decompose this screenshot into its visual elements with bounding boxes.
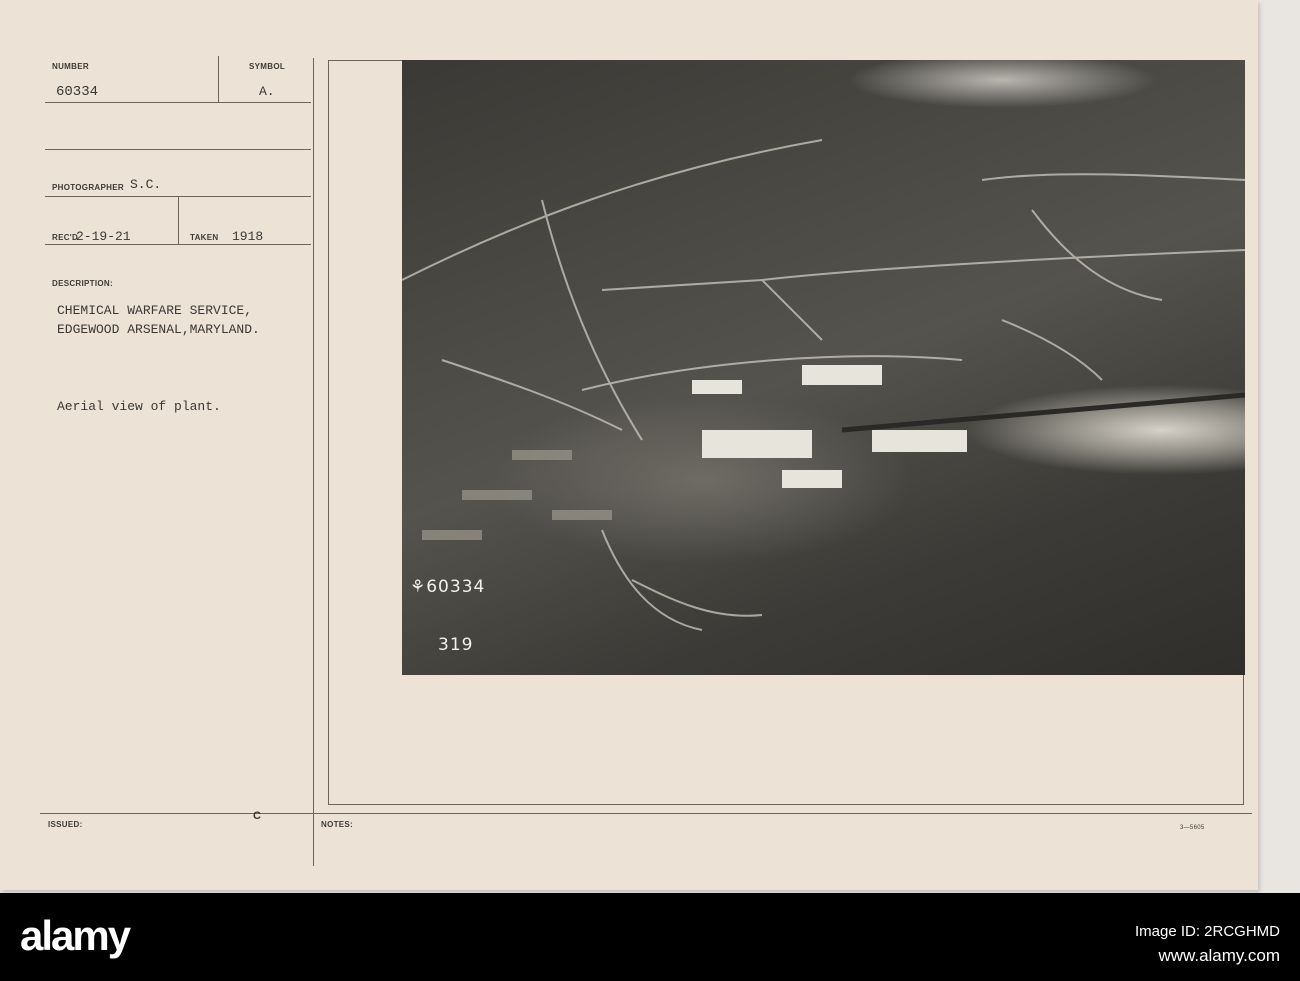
issued-mark: C bbox=[253, 810, 262, 822]
number-value: 60334 bbox=[56, 84, 99, 100]
taken-value: 1918 bbox=[232, 229, 264, 244]
divider bbox=[40, 813, 1252, 814]
aerial-photograph: ⚘60334 319 bbox=[402, 60, 1245, 675]
terrain-roads bbox=[402, 139, 1245, 631]
photo-frame bbox=[328, 804, 1244, 805]
image-id: Image ID: 2RCGHMD bbox=[1134, 923, 1280, 940]
taken-label: TAKEN bbox=[190, 233, 219, 242]
symbol-label: SYMBOL bbox=[249, 62, 286, 71]
photographer-label: PHOTOGRAPHER bbox=[52, 183, 124, 192]
divider bbox=[45, 244, 311, 245]
divider bbox=[218, 56, 219, 102]
alamy-logo: alamy bbox=[20, 912, 131, 959]
issued-label: ISSUED: bbox=[48, 820, 83, 829]
watermark-band bbox=[0, 893, 1300, 981]
caption: Aerial view of plant. bbox=[57, 399, 221, 414]
divider bbox=[45, 102, 311, 103]
site-url: www.alamy.com bbox=[1158, 946, 1280, 965]
form-number: 3—5605 bbox=[1180, 825, 1205, 831]
description-line1: CHEMICAL WARFARE SERVICE, bbox=[57, 303, 253, 318]
symbol-value: A. bbox=[259, 84, 275, 99]
photographer-value: S.C. bbox=[130, 177, 162, 192]
number-label: NUMBER bbox=[52, 62, 89, 71]
handwritten-number: ⚘60334 bbox=[410, 577, 486, 597]
notes-label: NOTES: bbox=[321, 820, 354, 829]
archive-card: NUMBER 60334 SYMBOL A. PHOTOGRAPHER S.C.… bbox=[0, 0, 1258, 890]
image-info: Image ID: 2RCGHMD www.alamy.com bbox=[1135, 920, 1280, 968]
received-value: 2-19-21 bbox=[76, 229, 131, 244]
divider bbox=[178, 197, 179, 244]
received-label: REC'D bbox=[52, 233, 79, 242]
description-line2: EDGEWOOD ARSENAL,MARYLAND. bbox=[57, 322, 260, 337]
description-label: DESCRIPTION: bbox=[52, 279, 113, 288]
divider bbox=[313, 58, 314, 866]
photo-frame bbox=[328, 60, 329, 805]
handwritten-sub: 319 bbox=[438, 635, 474, 655]
divider bbox=[45, 149, 311, 150]
